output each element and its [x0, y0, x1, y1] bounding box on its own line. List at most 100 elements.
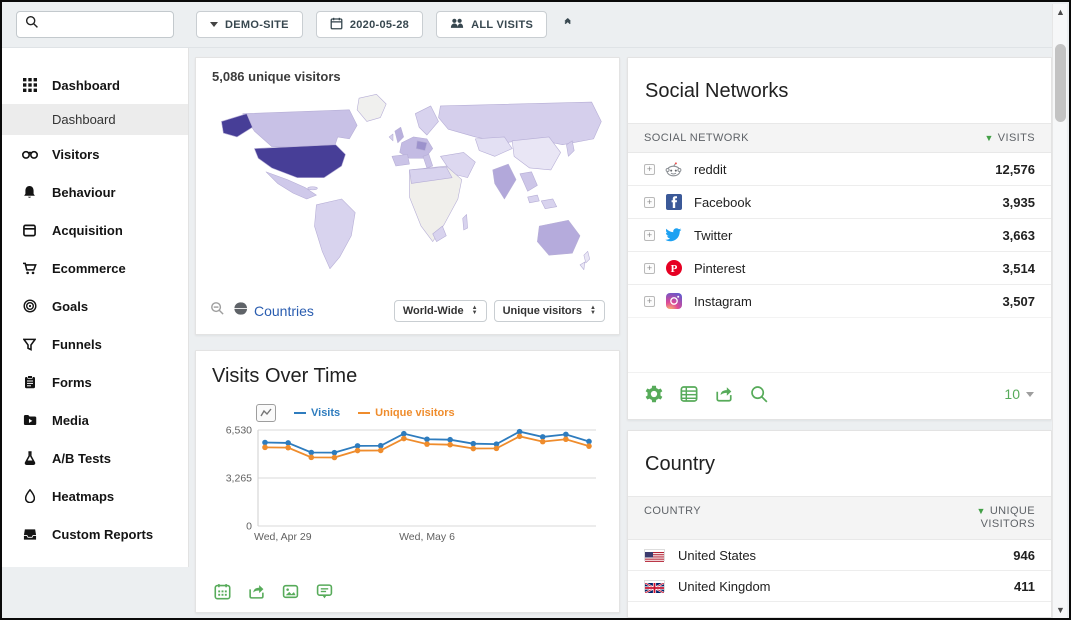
instagram-icon	[665, 293, 682, 310]
sidebar-item-ab-tests[interactable]: A/B Tests	[2, 439, 188, 477]
legend-item-visits[interactable]: Visits	[294, 407, 340, 419]
social-network-name: Instagram	[694, 294, 752, 309]
settings-gear-icon[interactable]	[645, 385, 663, 403]
search-box[interactable]	[16, 11, 174, 38]
table-footer-toolbar: 10	[628, 372, 1051, 419]
expand-row-icon[interactable]: +	[644, 230, 655, 241]
expand-row-icon[interactable]: +	[644, 263, 655, 274]
scrollbar-thumb[interactable]	[1055, 44, 1066, 122]
unique-visitors-value: 946	[1013, 548, 1035, 563]
export-icon[interactable]	[248, 583, 265, 600]
table-header: SOCIAL NETWORK ▼VISITS	[628, 123, 1051, 153]
sidebar-subitem-label: Dashboard	[52, 112, 116, 127]
svg-text:Wed, Apr 29: Wed, Apr 29	[254, 531, 312, 543]
column-unique-visitors[interactable]: ▼UNIQUE VISITORS	[977, 505, 1036, 531]
column-social-network[interactable]: SOCIAL NETWORK	[644, 132, 749, 144]
metric-select[interactable]: Unique visitors ▲▼	[494, 300, 605, 322]
visits-value: 3,507	[1002, 294, 1035, 309]
sidebar-item-label: Dashboard	[52, 78, 120, 93]
legend-line-swatch	[294, 412, 306, 414]
search-icon[interactable]	[750, 385, 768, 403]
expand-row-icon[interactable]: +	[644, 197, 655, 208]
social-network-name: Pinterest	[694, 261, 745, 276]
visits-line-chart[interactable]: 6,5303,2650Wed, Apr 29Wed, May 6	[212, 422, 603, 559]
vertical-scrollbar[interactable]: ▲ ▼	[1052, 4, 1067, 618]
sidebar-item-custom-reports[interactable]: Custom Reports	[2, 515, 188, 553]
export-icon[interactable]	[715, 385, 733, 403]
binoculars-icon	[21, 148, 38, 160]
unique-visitors-headline: 5,086 unique visitors	[196, 58, 619, 86]
svg-text:P: P	[670, 263, 677, 275]
select-arrows-icon: ▲▼	[472, 306, 478, 316]
visits-value: 3,514	[1002, 261, 1035, 276]
segment-selector-button[interactable]: ALL VISITS	[436, 11, 547, 38]
sidebar-item-funnels[interactable]: Funnels	[2, 325, 188, 363]
legend-item-unique-visitors[interactable]: Unique visitors	[358, 407, 454, 419]
date-label: 2020-05-28	[350, 19, 409, 31]
sidebar-item-ecommerce[interactable]: Ecommerce	[2, 249, 188, 287]
chevrons-up-icon[interactable]: ⌃⌃	[562, 19, 573, 30]
calendar-icon[interactable]	[214, 583, 231, 600]
country-widget: Country COUNTRY ▼UNIQUE VISITORS Unit	[627, 430, 1052, 618]
sidebar-item-goals[interactable]: Goals	[2, 287, 188, 325]
svg-text:0: 0	[246, 521, 252, 533]
expand-row-icon[interactable]: +	[644, 164, 655, 175]
dashboard-grid-icon	[21, 78, 38, 92]
pinterest-icon: P	[665, 260, 682, 277]
sidebar-item-dashboard[interactable]: Dashboard	[2, 66, 188, 104]
table-row[interactable]: + Twitter 3,663	[628, 219, 1051, 252]
world-map[interactable]	[196, 86, 619, 296]
sidebar: Dashboard Dashboard Visitors Behaviour A…	[2, 48, 189, 567]
chevron-down-icon	[1026, 392, 1034, 397]
country-name: United States	[678, 548, 756, 563]
sidebar-item-heatmaps[interactable]: Heatmaps	[2, 477, 188, 515]
sidebar-item-label: Visitors	[52, 147, 99, 162]
table-row[interactable]: + reddit 12,576	[628, 153, 1051, 186]
scroll-up-icon[interactable]: ▲	[1053, 7, 1068, 17]
site-selector-button[interactable]: DEMO-SITE	[196, 11, 303, 38]
visits-value: 12,576	[995, 162, 1035, 177]
sidebar-item-media[interactable]: Media	[2, 401, 188, 439]
widget-title: Social Networks	[645, 80, 1034, 103]
expand-row-icon[interactable]: +	[644, 296, 655, 307]
widget-title: Visits Over Time	[212, 365, 603, 388]
table-view-icon[interactable]	[680, 385, 698, 403]
sidebar-item-behaviour[interactable]: Behaviour	[2, 173, 188, 211]
date-selector-button[interactable]: 2020-05-28	[316, 11, 423, 38]
column-visits[interactable]: ▼VISITS	[984, 132, 1035, 144]
sidebar-item-label: Media	[52, 413, 89, 428]
globe-icon	[233, 301, 248, 321]
export-image-icon[interactable]	[256, 404, 276, 422]
column-country[interactable]: COUNTRY	[644, 505, 701, 517]
unique-visitors-value: 411	[1014, 579, 1035, 594]
annotations-icon[interactable]	[316, 583, 333, 600]
sort-desc-icon: ▼	[977, 506, 986, 516]
scroll-down-icon[interactable]: ▼	[1053, 605, 1068, 615]
sidebar-item-visitors[interactable]: Visitors	[2, 135, 188, 173]
page-size-select[interactable]: 10	[1004, 386, 1034, 402]
region-select[interactable]: World-Wide ▲▼	[394, 300, 487, 322]
sidebar-subitem-dashboard[interactable]: Dashboard	[2, 104, 188, 135]
zoom-out-icon[interactable]	[210, 301, 225, 321]
search-input[interactable]	[46, 18, 165, 32]
sidebar-item-forms[interactable]: Forms	[2, 363, 188, 401]
social-network-name: reddit	[694, 162, 727, 177]
svg-text:3,265: 3,265	[226, 473, 252, 485]
table-row[interactable]: United Kingdom 411	[628, 571, 1051, 602]
image-icon[interactable]	[282, 583, 299, 600]
table-row[interactable]: + P Pinterest 3,514	[628, 252, 1051, 285]
sidebar-item-acquisition[interactable]: Acquisition	[2, 211, 188, 249]
table-row[interactable]: + Facebook 3,935	[628, 186, 1051, 219]
visitors-group-icon	[450, 17, 464, 32]
sidebar-item-label: Goals	[52, 299, 88, 314]
country-name: United Kingdom	[678, 579, 771, 594]
visits-over-time-widget: Visits Over Time Visits Unique visitors	[195, 350, 620, 613]
visitor-map-widget: 5,086 unique visitors	[195, 57, 620, 335]
countries-link[interactable]: Countries	[254, 303, 314, 319]
us-flag-icon	[644, 549, 665, 561]
sidebar-item-label: Behaviour	[52, 185, 116, 200]
table-row[interactable]: United States 946	[628, 540, 1051, 571]
target-icon	[21, 299, 38, 313]
calendar-icon	[330, 17, 343, 33]
table-row[interactable]: + Instagram 3,507	[628, 285, 1051, 318]
